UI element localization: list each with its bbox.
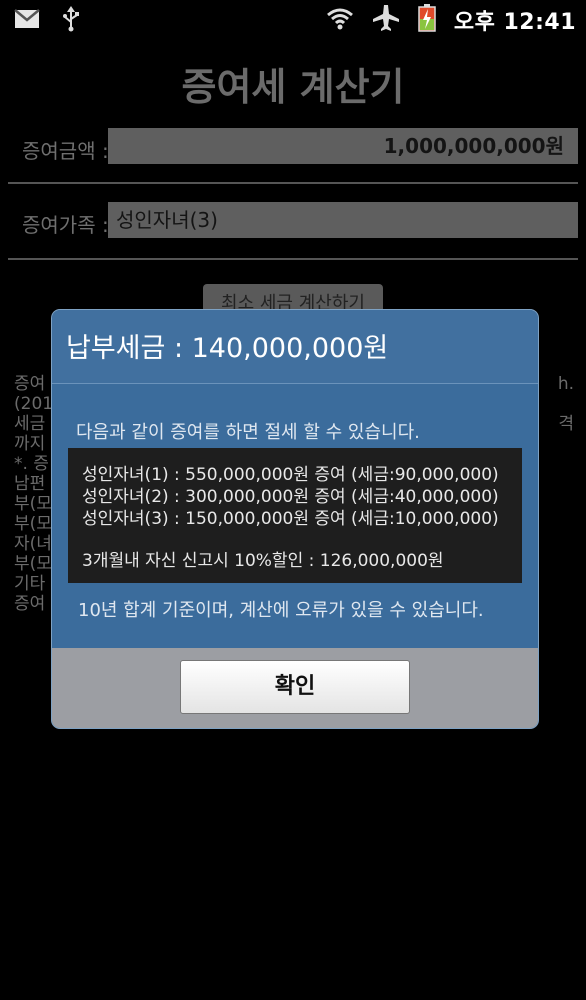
note-line-right: 격 xyxy=(558,414,574,434)
note-line: 부(모 xyxy=(14,494,52,514)
status-time: 오후 12:41 xyxy=(453,10,576,35)
family-select[interactable]: 성인자녀(3) xyxy=(108,202,578,238)
note-line: 증여 xyxy=(14,594,46,614)
note-line: 증여 xyxy=(14,374,46,394)
result-line: 성인자녀(1) : 550,000,000원 증여 (세금:90,000,000… xyxy=(82,465,499,485)
result-dialog: 납부세금 : 140,000,000원 다음과 같이 증여를 하면 절세 할 수… xyxy=(52,310,538,728)
note-line: 부(모 xyxy=(14,514,52,534)
note-line: 남편 xyxy=(14,474,46,494)
note-line: 까지 xyxy=(14,434,46,454)
dialog-footer-note: 10년 합계 기준이며, 계산에 오류가 있을 수 있습니다. xyxy=(78,600,484,621)
usb-icon xyxy=(62,6,80,36)
note-line: (201 xyxy=(14,394,54,414)
screen: 오후 12:41 증여세 계산기 증여금액 : 1,000,000,000원 증… xyxy=(0,0,586,1000)
note-line: 부(모 xyxy=(14,554,52,574)
family-label: 증여가족 : xyxy=(22,213,109,237)
dialog-button-bar: 확인 xyxy=(52,648,538,728)
dialog-message: 다음과 같이 증여를 하면 절세 할 수 있습니다. xyxy=(76,422,420,443)
amount-label: 증여금액 : xyxy=(22,139,109,163)
note-line: 자(녀 xyxy=(14,534,52,554)
page-title: 증여세 계산기 xyxy=(181,65,405,109)
battery-charging-icon xyxy=(418,4,436,36)
divider xyxy=(8,182,578,184)
wifi-icon xyxy=(326,6,354,34)
airplane-mode-icon xyxy=(372,5,400,35)
note-line: 세금 xyxy=(14,414,46,434)
note-line-right: h. xyxy=(557,374,574,394)
result-line: 성인자녀(2) : 300,000,000원 증여 (세금:40,000,000… xyxy=(82,487,499,507)
note-line: 기타 xyxy=(14,574,46,594)
result-box: 성인자녀(1) : 550,000,000원 증여 (세금:90,000,000… xyxy=(68,448,522,583)
dialog-body: 다음과 같이 증여를 하면 절세 할 수 있습니다. 성인자녀(1) : 550… xyxy=(52,384,538,648)
result-line: 성인자녀(3) : 150,000,000원 증여 (세금:10,000,000… xyxy=(82,509,499,529)
ok-button[interactable]: 확인 xyxy=(180,660,410,714)
discount-line: 3개월내 자신 신고시 10%할인 : 126,000,000원 xyxy=(82,551,444,571)
note-line: *. 증 xyxy=(14,454,49,474)
divider xyxy=(8,258,578,260)
dialog-title: 납부세금 : 140,000,000원 xyxy=(52,310,538,384)
status-bar: 오후 12:41 xyxy=(0,0,586,36)
gmail-icon xyxy=(14,9,40,33)
amount-input[interactable]: 1,000,000,000원 xyxy=(108,128,578,164)
